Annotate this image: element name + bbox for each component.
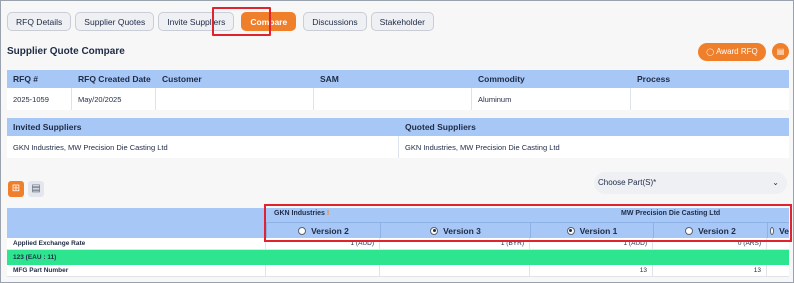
process-value <box>631 88 789 110</box>
customer-header: Customer <box>162 74 202 84</box>
mfg-part-cell: 13 <box>529 265 652 276</box>
rfq-number-header: RFQ # <box>13 74 39 84</box>
mfg-part-cell <box>265 265 379 276</box>
suppliers-header-row: Invited Suppliers Quoted Suppliers <box>7 118 789 136</box>
list-view-toggle[interactable]: ▤ <box>28 181 44 197</box>
commodity-value: Aluminum <box>472 88 631 110</box>
tab-stakeholder[interactable]: Stakeholder <box>370 12 434 31</box>
mfg-part-cell: 13 <box>652 265 766 276</box>
tab-supplier-quotes[interactable]: Supplier Quotes <box>75 12 155 31</box>
choose-parts-placeholder: Choose Part(S)* <box>598 178 657 187</box>
suppliers-value-row: GKN Industries, MW Precision Die Casting… <box>7 136 789 158</box>
sam-header: SAM <box>320 74 339 84</box>
invited-suppliers-header: Invited Suppliers <box>13 122 82 132</box>
rfq-header-row: RFQ # RFQ Created Date Customer SAM Comm… <box>7 70 789 88</box>
award-rfq-button[interactable]: ◯ Award RFQ <box>698 43 766 61</box>
tab-rfq-details[interactable]: RFQ Details <box>7 12 72 31</box>
quoted-suppliers-header: Quoted Suppliers <box>405 122 476 132</box>
customer-value <box>156 88 314 110</box>
compare-tab-highlight <box>212 7 271 36</box>
document-icon: ▤ <box>776 47 785 56</box>
invited-suppliers-value: GKN Industries, MW Precision Die Casting… <box>7 136 399 158</box>
choose-parts-select[interactable]: Choose Part(S)* ⌄ <box>594 172 787 194</box>
mfg-part-cell <box>766 265 789 276</box>
rfq-value-row: 2025-1059 May/20/2025 Aluminum <box>7 88 789 110</box>
award-rfq-label: Award RFQ <box>716 47 758 56</box>
rfq-created-header: RFQ Created Date <box>78 74 151 84</box>
sam-value <box>314 88 472 110</box>
chevron-down-icon: ⌄ <box>772 178 779 187</box>
mfg-part-row: MFG Part Number 13 13 <box>7 265 789 277</box>
grid-view-toggle[interactable]: ⊞ <box>8 181 24 197</box>
quoted-suppliers-value: GKN Industries, MW Precision Die Casting… <box>405 142 560 152</box>
tab-discussions[interactable]: Discussions <box>303 12 367 31</box>
commodity-header: Commodity <box>478 74 525 84</box>
rfq-number-value: 2025-1059 <box>7 88 72 110</box>
exchange-rate-label: Applied Exchange Rate <box>13 240 86 247</box>
process-header: Process <box>637 74 671 84</box>
part-row: 123 (EAU : 11) <box>7 250 789 265</box>
app-frame: RFQ Details Supplier Quotes Invite Suppl… <box>0 0 794 283</box>
page-title: Supplier Quote Compare <box>7 46 125 57</box>
versions-highlight <box>264 204 792 242</box>
rfq-created-value: May/20/2025 <box>72 88 156 110</box>
trophy-icon: ◯ <box>706 49 715 56</box>
mfg-part-cell <box>379 265 529 276</box>
list-icon: ▤ <box>31 183 41 194</box>
grid-icon: ⊞ <box>11 183 21 194</box>
document-button[interactable]: ▤ <box>772 43 789 60</box>
mfg-part-label: MFG Part Number <box>13 267 69 274</box>
